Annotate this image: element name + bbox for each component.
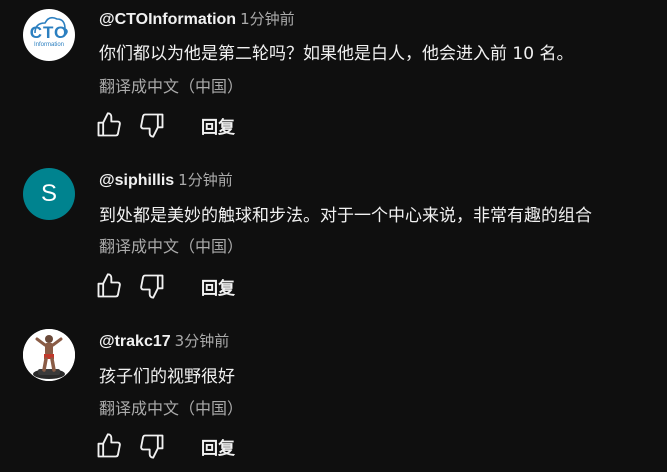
reply-button[interactable]: 回复	[201, 274, 235, 299]
comment-header: @CTOInformation 1分钟前	[99, 8, 295, 30]
timestamp[interactable]: 3分钟前	[175, 332, 230, 350]
author-name[interactable]: @siphillis	[99, 172, 174, 189]
thumbs-down-icon[interactable]	[138, 111, 166, 139]
comment-text: 你们都以为他是第二轮吗？如果他是白人，他会进入前 10 名。	[99, 44, 574, 64]
reply-button[interactable]: 回复	[201, 434, 235, 459]
thumbs-down-icon[interactable]	[138, 432, 166, 460]
comment-text: 到处都是美妙的触球和步法。对于一个中心来说，非常有趣的组合	[99, 206, 592, 226]
comment-header: @siphillis 1分钟前	[99, 169, 233, 191]
comment-header: @trakc17 3分钟前	[99, 330, 229, 352]
timestamp[interactable]: 1分钟前	[178, 171, 233, 189]
avatar-initial: S	[40, 180, 57, 207]
avatar[interactable]	[23, 329, 75, 381]
person-photo-icon	[23, 329, 75, 381]
comment-text: 孩子们的视野很好	[99, 367, 235, 387]
avatar[interactable]: S	[23, 168, 75, 220]
logo-subtext: Information	[33, 42, 64, 48]
thumbs-down-icon[interactable]	[138, 272, 166, 300]
logo-text: CTO	[29, 23, 69, 42]
author-name[interactable]: @CTOInformation	[99, 11, 236, 28]
translate-link[interactable]: 翻译成中文（中国）	[99, 233, 243, 257]
thumbs-up-icon[interactable]	[95, 272, 123, 300]
thumbs-up-icon[interactable]	[95, 111, 123, 139]
timestamp[interactable]: 1分钟前	[240, 10, 295, 28]
reply-button[interactable]: 回复	[201, 113, 235, 138]
translate-link[interactable]: 翻译成中文（中国）	[99, 395, 243, 419]
avatar[interactable]: CTO Information	[23, 9, 75, 61]
author-name[interactable]: @trakc17	[99, 333, 171, 350]
thumbs-up-icon[interactable]	[95, 432, 123, 460]
translate-link[interactable]: 翻译成中文（中国）	[99, 73, 243, 97]
